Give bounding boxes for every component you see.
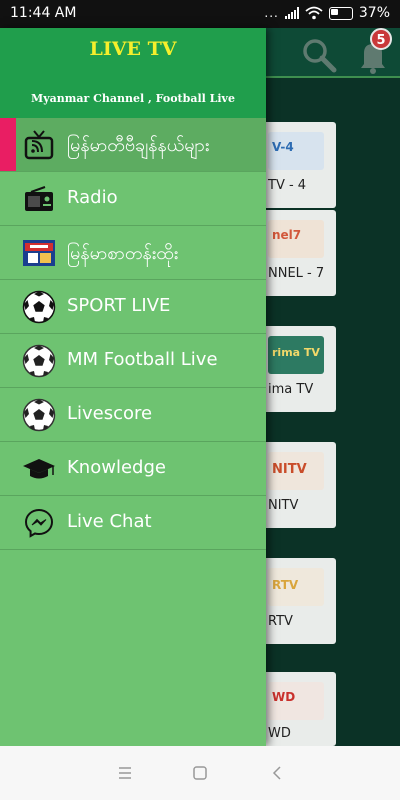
signal-icon bbox=[284, 7, 299, 19]
soccer-ball-icon bbox=[22, 398, 56, 432]
recents-icon[interactable] bbox=[114, 762, 136, 784]
graduation-cap-icon bbox=[22, 452, 56, 486]
soccer-ball-icon bbox=[22, 344, 56, 378]
status-bar: 11:44 AM ... 37% bbox=[0, 0, 400, 28]
status-time: 11:44 AM bbox=[10, 5, 77, 21]
channel-logo: NITV bbox=[268, 452, 324, 490]
soccer-ball-icon bbox=[22, 290, 56, 324]
notification-dots: ... bbox=[264, 6, 279, 20]
menu-item-label: Livescore bbox=[67, 403, 153, 424]
menu-item-radio[interactable]: Radio bbox=[0, 172, 266, 226]
menu-item-label: SPORT LIVE bbox=[67, 295, 171, 316]
active-indicator bbox=[0, 118, 16, 171]
movie-poster-icon bbox=[22, 236, 56, 270]
app-subtitle: Myanmar Channel , Football Live bbox=[31, 92, 235, 105]
home-icon[interactable] bbox=[189, 762, 211, 784]
channel-logo: rima TV bbox=[268, 336, 324, 374]
battery-icon bbox=[328, 6, 353, 20]
search-icon[interactable] bbox=[300, 36, 338, 74]
channel-logo: WD bbox=[268, 682, 324, 720]
menu-item-label: MM Football Live bbox=[67, 349, 218, 370]
drawer-header: LIVE TV Myanmar Channel , Football Live bbox=[0, 28, 266, 118]
menu-item-livescore[interactable]: Livescore bbox=[0, 388, 266, 442]
radio-icon bbox=[22, 182, 56, 216]
drawer-menu: မြန်မာတီဗီချန်နယ်များ Radio မြန်မာစာတန်း… bbox=[0, 118, 266, 550]
channel-logo: V-4 bbox=[268, 132, 324, 170]
menu-item-label: Knowledge bbox=[67, 457, 166, 478]
menu-item-myanmar-subtitles[interactable]: မြန်မာစာတန်းထိုး bbox=[0, 226, 266, 280]
menu-item-label: မြန်မာတီဗီချန်နယ်များ bbox=[67, 135, 210, 156]
back-icon[interactable] bbox=[266, 762, 288, 784]
app-title: LIVE TV bbox=[89, 38, 177, 60]
channel-logo: RTV bbox=[268, 568, 324, 606]
notification-badge: 5 bbox=[370, 28, 392, 50]
menu-item-label: Live Chat bbox=[67, 511, 152, 532]
navigation-drawer: LIVE TV Myanmar Channel , Football Live … bbox=[0, 28, 266, 746]
menu-item-myanmar-tv-channels[interactable]: မြန်မာတီဗီချန်နယ်များ bbox=[0, 118, 266, 172]
system-nav-bar bbox=[0, 746, 400, 800]
menu-item-knowledge[interactable]: Knowledge bbox=[0, 442, 266, 496]
channel-logo: nel7 bbox=[268, 220, 324, 258]
messenger-icon bbox=[22, 506, 56, 540]
menu-item-label: မြန်မာစာတန်းထိုး bbox=[67, 243, 179, 264]
menu-item-label: Radio bbox=[67, 187, 118, 208]
menu-item-live-chat[interactable]: Live Chat bbox=[0, 496, 266, 550]
tv-icon bbox=[22, 128, 56, 162]
battery-percent: 37% bbox=[358, 5, 390, 21]
menu-item-mm-football-live[interactable]: MM Football Live bbox=[0, 334, 266, 388]
wifi-icon bbox=[305, 6, 323, 20]
menu-item-sport-live[interactable]: SPORT LIVE bbox=[0, 280, 266, 334]
